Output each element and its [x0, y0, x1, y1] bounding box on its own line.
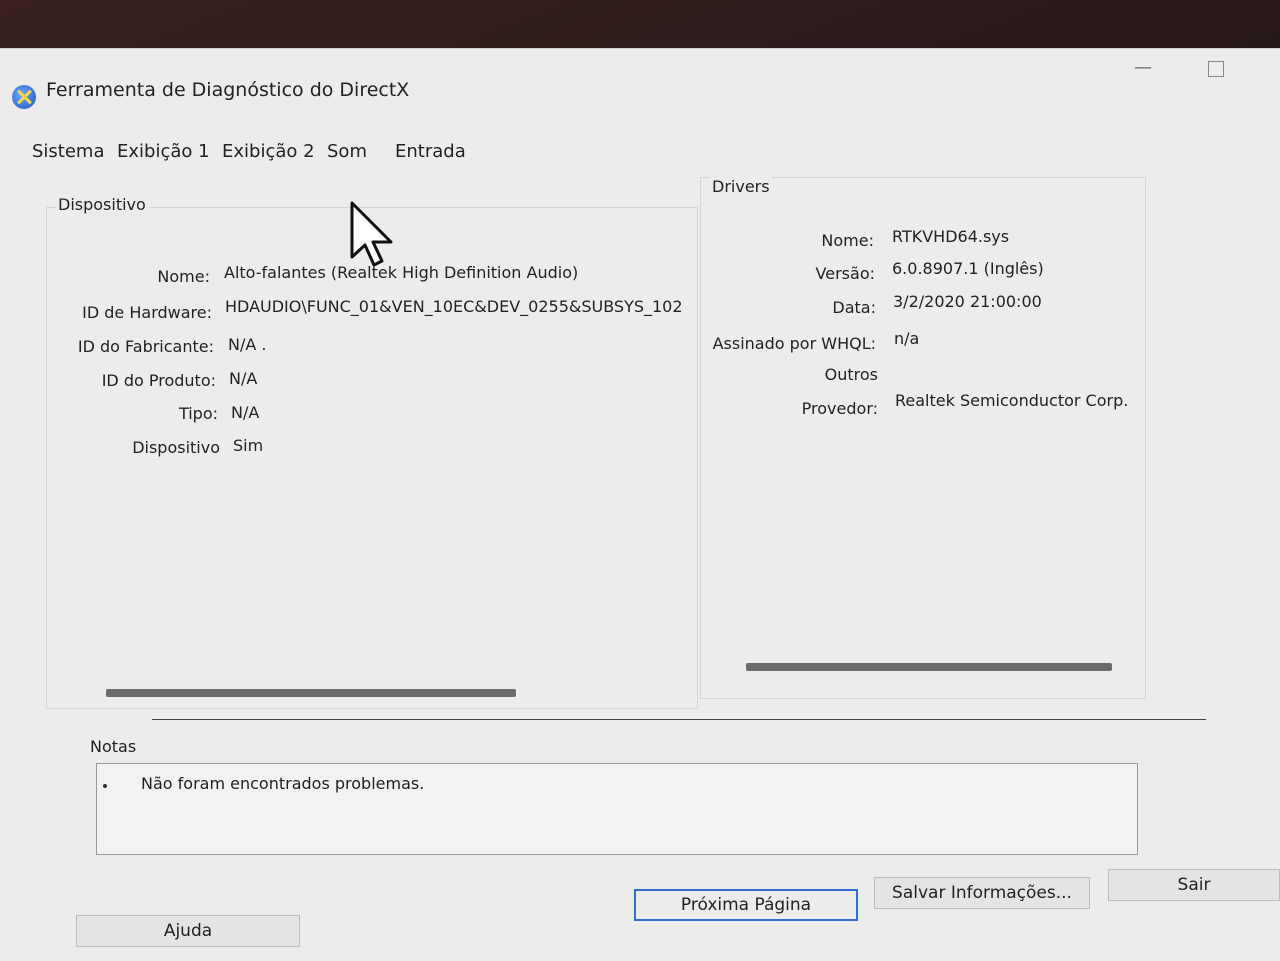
device-group [46, 207, 698, 709]
device-name-label: Nome: [157, 267, 210, 286]
default-device-label: Dispositivo [132, 438, 220, 457]
window-title: Ferramenta de Diagnóstico do DirectX [46, 79, 410, 101]
tab-sistema[interactable]: Sistema [32, 141, 105, 162]
notes-box[interactable]: Não foram encontrados problemas. [96, 763, 1138, 855]
maximize-button[interactable] [1208, 61, 1224, 77]
hardware-id-value: HDAUDIO\FUNC_01&VEN_10EC&DEV_0255&SUBSYS… [225, 297, 683, 316]
tab-exibicao-1[interactable]: Exibição 1 [117, 141, 210, 162]
device-horizontal-scrollbar[interactable] [106, 689, 516, 697]
help-button[interactable]: Ajuda [76, 915, 300, 947]
tab-exibicao-2[interactable]: Exibição 2 [222, 141, 315, 162]
product-id-value: N/A [229, 369, 258, 388]
drivers-group-title: Drivers [710, 177, 772, 196]
driver-version-value: 6.0.8907.1 (Inglês) [892, 259, 1044, 278]
notes-section: Notas Não foram encontrados problemas. [82, 707, 1206, 857]
tab-entrada[interactable]: Entrada [395, 141, 466, 162]
type-label: Tipo: [178, 404, 218, 423]
title-bar[interactable]: Ferramenta de Diagnóstico do DirectX — [0, 49, 1280, 119]
provider-label: Provedor: [801, 399, 878, 418]
drivers-horizontal-scrollbar[interactable] [746, 663, 1112, 671]
drivers-group [700, 177, 1146, 699]
manufacturer-id-value: N/A . [228, 335, 267, 354]
default-device-value: Sim [233, 436, 264, 455]
whql-signed-label: Assinado por WHQL: [712, 334, 876, 353]
exit-button[interactable]: Sair [1108, 869, 1280, 901]
others-label: Outros [824, 365, 878, 384]
device-group-title: Dispositivo [56, 195, 148, 214]
save-info-button[interactable]: Salvar Informações... [874, 877, 1090, 909]
driver-name-label: Nome: [821, 231, 874, 250]
type-value: N/A [231, 403, 260, 422]
notes-title: Notas [90, 737, 137, 756]
tab-som[interactable]: Som [327, 141, 367, 162]
driver-version-label: Versão: [815, 264, 875, 283]
next-page-button[interactable]: Próxima Página [634, 889, 858, 921]
dxdiag-window: Ferramenta de Diagnóstico do DirectX — S… [0, 48, 1280, 961]
provider-value: Realtek Semiconductor Corp. [895, 391, 1129, 410]
notes-divider [152, 719, 1206, 720]
hardware-id-label: ID de Hardware: [82, 303, 212, 322]
driver-date-label: Data: [832, 298, 876, 317]
bullet-icon [103, 784, 107, 788]
driver-name-value: RTKVHD64.sys [892, 227, 1010, 246]
mouse-cursor-icon [350, 201, 393, 267]
directx-icon [12, 85, 36, 109]
product-id-label: ID do Produto: [101, 371, 216, 390]
device-name-value: Alto-falantes (Realtek High Definition A… [224, 263, 579, 282]
note-item: Não foram encontrados problemas. [141, 774, 425, 793]
driver-date-value: 3/2/2020 21:00:00 [893, 292, 1042, 311]
whql-signed-value: n/a [894, 329, 920, 348]
manufacturer-id-label: ID do Fabricante: [77, 337, 214, 356]
minimize-button[interactable]: — [1134, 57, 1152, 78]
